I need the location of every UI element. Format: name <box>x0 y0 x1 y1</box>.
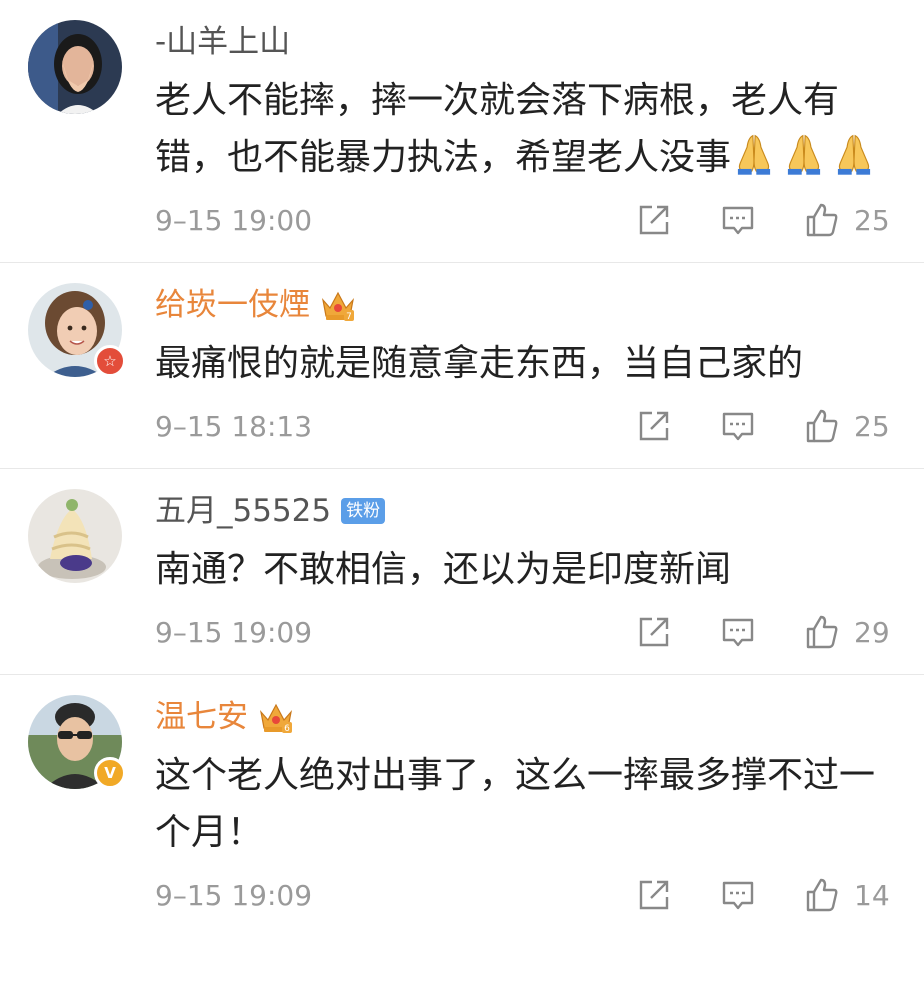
reply-icon[interactable] <box>720 614 756 650</box>
share-icon[interactable] <box>636 202 672 238</box>
avatar[interactable]: V <box>28 695 126 789</box>
share-icon[interactable] <box>636 408 672 444</box>
share-icon[interactable] <box>636 877 672 913</box>
like-count: 29 <box>854 615 890 649</box>
folded-hands-icon <box>837 134 871 175</box>
thumbs-up-icon <box>806 615 838 649</box>
comment-actions: 29 <box>636 614 890 650</box>
avatar[interactable]: ☆ <box>28 283 126 377</box>
like-count: 14 <box>854 878 890 912</box>
comment-text: 老人不能摔，摔一次就会落下病根，老人有错，也不能暴力执法，希望老人没事 <box>155 72 890 186</box>
like-count: 25 <box>854 203 890 237</box>
vip-crown-icon: 7 <box>322 291 354 322</box>
comment-item: 五月_55525 铁粉 南通？不敢相信，还以为是印度新闻 9–15 19:09 … <box>0 469 924 675</box>
timestamp: 9–15 19:09 <box>155 615 313 649</box>
folded-hands-icon <box>737 134 771 175</box>
vip-crown-icon: 6 <box>260 703 292 734</box>
fan-tag: 铁粉 <box>341 498 386 524</box>
verified-badge-icon: ☆ <box>94 345 126 377</box>
username[interactable]: 五月_55525 <box>155 487 331 535</box>
avatar[interactable] <box>28 20 122 114</box>
thumbs-up-icon <box>806 878 838 912</box>
username[interactable]: -山羊上山 <box>155 18 290 66</box>
svg-text:6: 6 <box>284 724 290 734</box>
like-button[interactable]: 14 <box>804 877 890 913</box>
comment-text: 这个老人绝对出事了，这么一摔最多撑不过一个月！ <box>155 755 876 853</box>
username[interactable]: 温七安 <box>155 693 248 741</box>
reply-icon[interactable] <box>720 877 756 913</box>
comment-item: ☆ 给崁一伎煙 7 最痛恨的就是随意拿走东西，当自己家的 9–15 18:13 … <box>0 263 924 469</box>
comment-actions: 25 <box>636 202 890 238</box>
like-count: 25 <box>854 409 890 443</box>
avatar-image <box>28 489 122 583</box>
like-button[interactable]: 29 <box>804 614 890 650</box>
timestamp: 9–15 19:00 <box>155 203 313 237</box>
timestamp: 9–15 18:13 <box>155 409 313 443</box>
avatar-image <box>28 20 122 114</box>
comment-item: V 温七安 6 这个老人绝对出事了，这么一摔最多撑不过一个月！ 9–15 19:… <box>0 675 924 925</box>
avatar[interactable] <box>28 489 122 583</box>
reply-icon[interactable] <box>720 408 756 444</box>
timestamp: 9–15 19:09 <box>155 878 313 912</box>
share-icon[interactable] <box>636 614 672 650</box>
thumbs-up-icon <box>806 203 838 237</box>
thumbs-up-icon <box>806 409 838 443</box>
comment-actions: 25 <box>636 408 890 444</box>
comment-text: 南通？不敢相信，还以为是印度新闻 <box>155 549 732 590</box>
comment-text: 最痛恨的就是随意拿走东西，当自己家的 <box>155 343 804 384</box>
verified-v-icon: V <box>94 757 126 789</box>
username[interactable]: 给崁一伎煙 <box>155 281 310 329</box>
like-button[interactable]: 25 <box>804 202 890 238</box>
comment-item: -山羊上山 老人不能摔，摔一次就会落下病根，老人有错，也不能暴力执法，希望老人没… <box>0 0 924 263</box>
folded-hands-icon <box>787 134 821 175</box>
reply-icon[interactable] <box>720 202 756 238</box>
like-button[interactable]: 25 <box>804 408 890 444</box>
comment-actions: 14 <box>636 877 890 913</box>
svg-text:7: 7 <box>346 312 352 322</box>
